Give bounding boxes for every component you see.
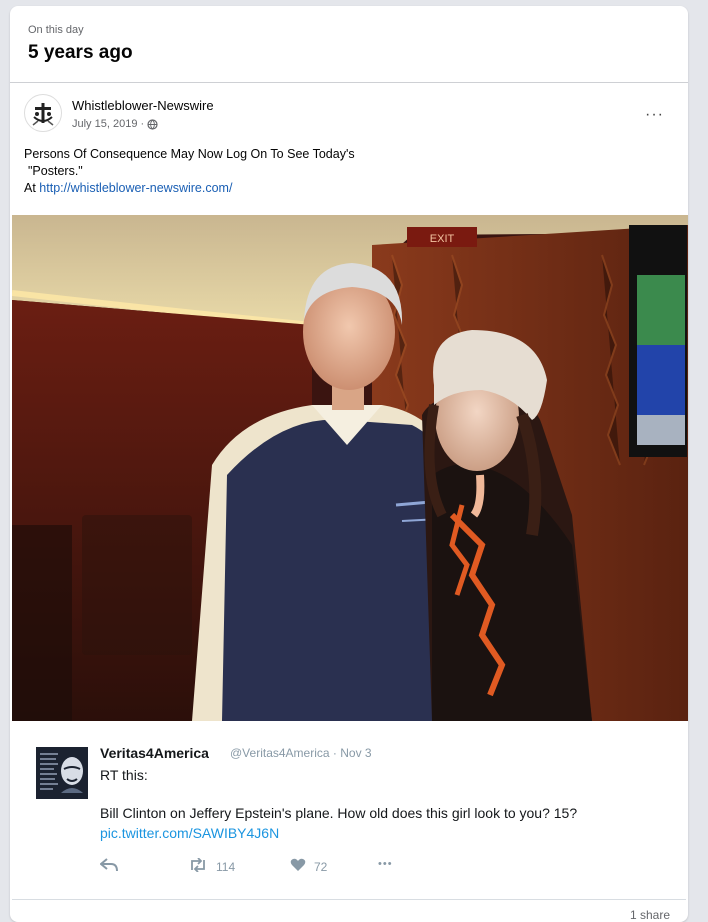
exit-sign: EXIT bbox=[430, 233, 455, 245]
heart-icon bbox=[290, 858, 306, 875]
tweet-more-button[interactable]: ••• bbox=[378, 858, 393, 870]
post-link[interactable]: http://whistleblower-newswire.com/ bbox=[39, 181, 232, 195]
on-this-day-label: On this day bbox=[28, 24, 84, 36]
post-author[interactable]: Whistleblower-Newswire bbox=[72, 98, 214, 113]
tweet-date[interactable]: Nov 3 bbox=[340, 746, 371, 760]
reply-icon[interactable] bbox=[100, 858, 118, 872]
tweet-handle[interactable]: @Veritas4America bbox=[230, 746, 330, 760]
post-link-prefix: At bbox=[24, 181, 40, 195]
emblem-icon[interactable] bbox=[24, 94, 62, 132]
tweet-handle-row: @Veritas4America · Nov 3 bbox=[230, 746, 372, 760]
tweet-rt-text: RT this: bbox=[100, 767, 148, 783]
embedded-tweet[interactable]: Veritas4America @Veritas4America · Nov 3… bbox=[12, 721, 686, 900]
years-ago-title: 5 years ago bbox=[28, 42, 133, 63]
globe-icon bbox=[147, 118, 158, 130]
post-date[interactable]: July 15, 2019 · bbox=[72, 118, 144, 130]
memory-card: On this day 5 years ago Whistleblower-Ne… bbox=[10, 6, 688, 922]
post-meta: July 15, 2019 · bbox=[72, 118, 158, 130]
post-photo[interactable]: EXIT bbox=[12, 215, 688, 721]
like-count: 72 bbox=[314, 859, 328, 874]
memory-header: On this day 5 years ago bbox=[10, 6, 688, 83]
tweet-body: Bill Clinton on Jeffery Epstein's plane.… bbox=[100, 805, 578, 821]
post-text-line: At http://whistleblower-newswire.com/ bbox=[24, 180, 355, 197]
tweet-author[interactable]: Veritas4America bbox=[100, 745, 209, 761]
post-text: Persons Of Consequence May Now Log On To… bbox=[24, 146, 355, 197]
tweet-avatar[interactable] bbox=[36, 747, 88, 799]
post-text-line: "Posters." bbox=[28, 164, 83, 178]
retweet-button[interactable]: 114 bbox=[188, 857, 236, 875]
like-button[interactable]: 72 bbox=[290, 858, 327, 875]
share-count[interactable]: 1 share bbox=[630, 908, 670, 922]
tweet-pic-link[interactable]: pic.twitter.com/SAWIBY4J6N bbox=[100, 825, 279, 841]
more-options-button[interactable]: ··· bbox=[645, 106, 664, 124]
post-header: Whistleblower-Newswire July 15, 2019 · ·… bbox=[10, 88, 688, 140]
tweet-actions: 114 72 ••• bbox=[100, 857, 500, 878]
retweet-count: 114 bbox=[216, 859, 236, 874]
retweet-icon bbox=[188, 857, 208, 875]
post-text-line: Persons Of Consequence May Now Log On To… bbox=[24, 147, 355, 161]
